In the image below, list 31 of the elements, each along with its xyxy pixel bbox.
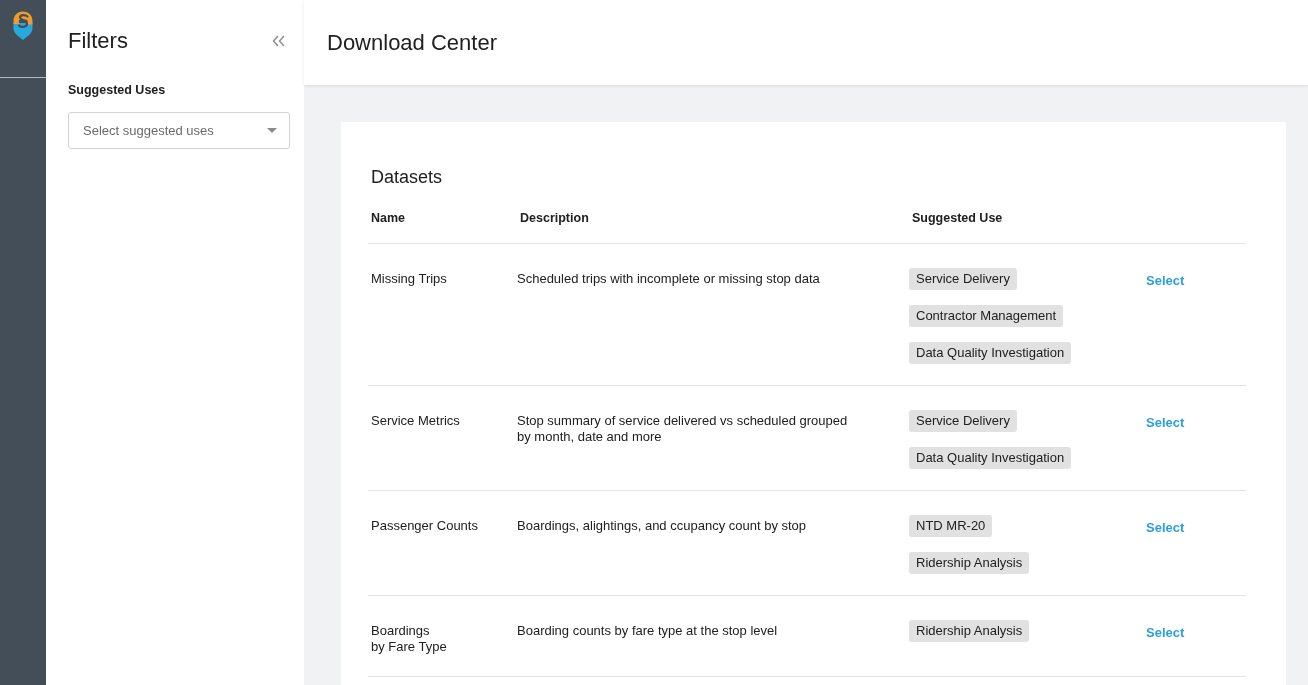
dataset-description: Scheduled trips with incomplete or missing stop data: [517, 271, 820, 287]
suggested-use-tag: Data Quality Investigation: [909, 447, 1072, 469]
filter-label: Suggested Uses: [68, 82, 166, 98]
suggested-use-tag: Ridership Analysis: [909, 620, 1030, 642]
select-link[interactable]: Select: [1146, 415, 1185, 431]
suggested-uses-dropdown[interactable]: Select suggested uses: [68, 112, 290, 149]
suggested-use-tag: NTD MR-20: [909, 515, 993, 537]
suggested-use-tag: Contractor Management: [909, 305, 1064, 327]
dataset-description: Boarding counts by fare type at the stop level: [517, 623, 778, 639]
page-title: Download Center: [327, 29, 497, 56]
card-title: Datasets: [371, 166, 443, 188]
dataset-name: Passenger Counts: [371, 518, 478, 534]
column-header: Description: [520, 210, 589, 226]
caret-icon: [267, 128, 277, 133]
dataset-name: Missing Trips: [371, 271, 447, 287]
logo-icon[interactable]: [11, 10, 35, 40]
select-link[interactable]: Select: [1146, 520, 1185, 536]
suggested-use-tag: Service Delivery: [909, 410, 1017, 432]
column-header: Name: [371, 210, 406, 226]
dataset-description: Boardings, alightings, and ccupancy count by stop: [517, 518, 807, 534]
suggested-use-tag: Ridership Analysis: [909, 552, 1030, 574]
dataset-name: Boardings by Fare Type: [371, 623, 447, 655]
dataset-name: Service Metrics: [371, 413, 460, 429]
filters-title: Filters: [68, 28, 128, 54]
collapse-icon[interactable]: [272, 35, 285, 47]
select-link[interactable]: Select: [1146, 625, 1185, 641]
dataset-description: Stop summary of service delivered vs scheduled grouped by month, date and more: [517, 413, 848, 445]
suggested-use-tag: Data Quality Investigation: [909, 342, 1072, 364]
suggested-use-tag: Service Delivery: [909, 268, 1017, 290]
select-link[interactable]: Select: [1146, 273, 1185, 289]
column-header: Suggested Use: [912, 210, 1003, 226]
